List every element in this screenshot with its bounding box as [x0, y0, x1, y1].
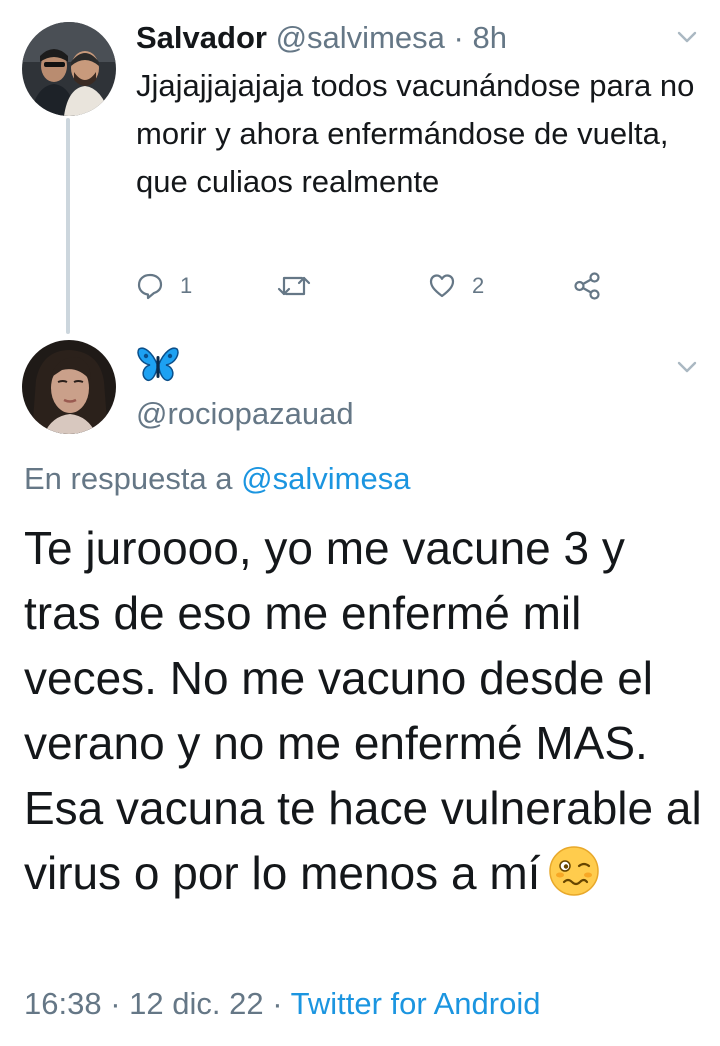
tweet1-time[interactable]: 8h	[472, 20, 506, 55]
tweet1-text: Jjajajjajajaja todos vacunándose para no…	[136, 68, 695, 199]
chevron-down-icon[interactable]	[676, 30, 698, 44]
tweet1-header: Salvador @salvimesa · 8h	[136, 18, 507, 58]
woozy-face-icon	[548, 845, 600, 897]
like-button[interactable]: 2	[428, 268, 484, 304]
tweet2-handle[interactable]: @rociopazauad	[136, 396, 354, 432]
tweet2-footer: 16:38 · 12 dic. 22 · Twitter for Android	[24, 986, 540, 1022]
replying-prefix: En respuesta a	[24, 461, 233, 496]
footer-separator-2: ·	[272, 986, 283, 1021]
tweet2-display-name[interactable]	[136, 344, 180, 389]
reply-icon	[136, 272, 164, 300]
avatar-salvador[interactable]	[22, 22, 116, 116]
tweet2-text: Te juroooo, yo me vacune 3 y tras de eso…	[24, 522, 702, 899]
avatar-rociopazauad[interactable]	[22, 340, 116, 434]
replying-to: En respuesta a @salvimesa	[24, 461, 410, 497]
retweet-button[interactable]	[276, 268, 312, 304]
chevron-down-icon[interactable]	[676, 360, 698, 374]
like-icon	[428, 272, 456, 300]
thread-line	[66, 118, 70, 334]
footer-separator-1: ·	[110, 986, 121, 1021]
retweet-icon	[276, 272, 312, 300]
reply-count: 1	[180, 273, 193, 298]
tweet1-handle[interactable]: @salvimesa	[276, 20, 445, 55]
share-icon	[572, 271, 602, 301]
butterfly-icon	[136, 347, 180, 388]
tweet2-time: 16:38	[24, 986, 102, 1021]
replying-to-mention[interactable]: @salvimesa	[241, 461, 410, 496]
tweet2-body: Te juroooo, yo me vacune 3 y tras de eso…	[24, 516, 704, 906]
tweet2-source[interactable]: Twitter for Android	[291, 986, 541, 1021]
tweet2-date: 12 dic. 22	[129, 986, 264, 1021]
tweet1-display-name[interactable]: Salvador	[136, 20, 267, 55]
tweet1-separator: ·	[453, 20, 464, 55]
share-button[interactable]	[572, 268, 602, 304]
reply-button[interactable]: 1	[136, 268, 192, 304]
like-count: 2	[472, 273, 485, 298]
